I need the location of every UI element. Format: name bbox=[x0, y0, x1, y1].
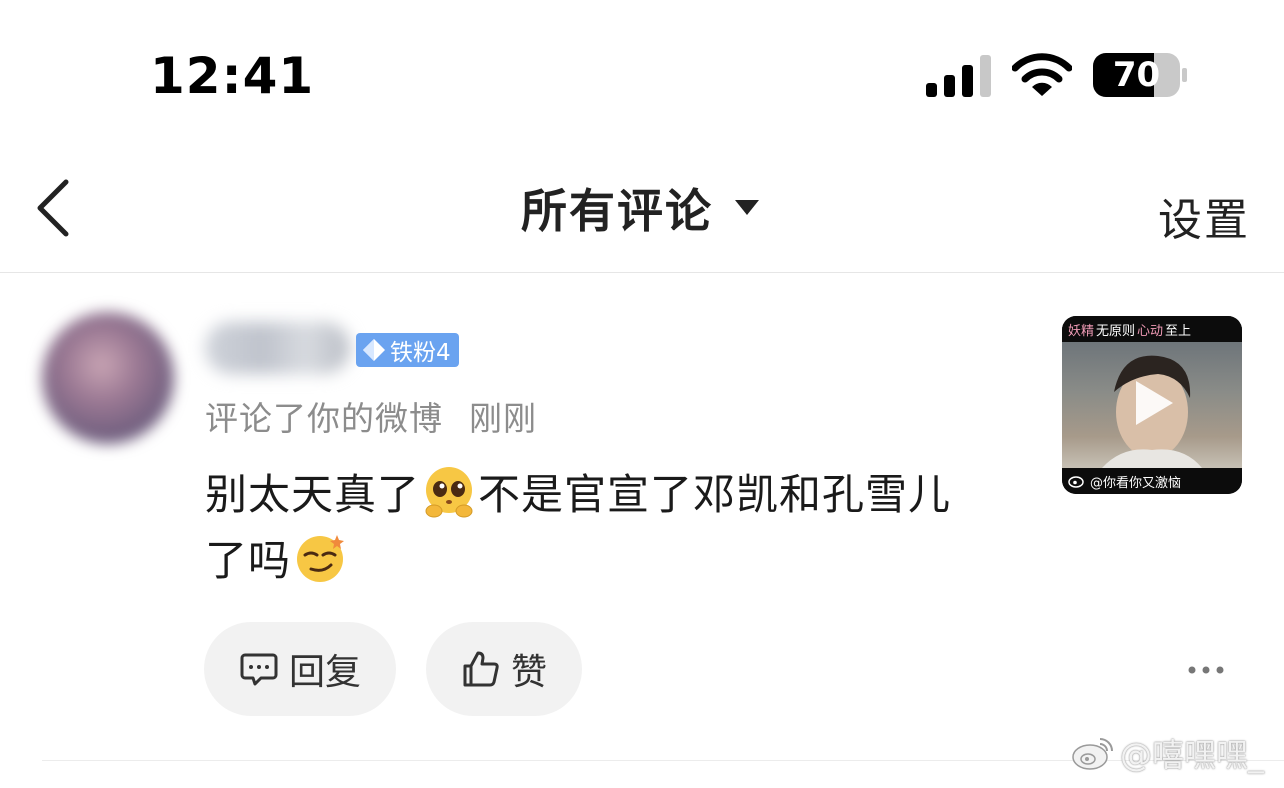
weibo-logo-icon bbox=[1072, 738, 1113, 770]
thumbs-up-icon bbox=[463, 651, 499, 687]
thumbnail-footer: @你看你又激恼 bbox=[1062, 468, 1242, 494]
weibo-small-icon bbox=[1068, 476, 1084, 488]
reply-label: 回复 bbox=[288, 652, 361, 693]
caption-white-1: 无原则 bbox=[1096, 323, 1136, 339]
diamond-icon bbox=[363, 339, 385, 361]
comment-action-text: 评论了你的微博 bbox=[205, 399, 443, 438]
page-title: 所有评论 bbox=[521, 184, 713, 238]
username-blurred[interactable] bbox=[205, 322, 350, 374]
fan-badge[interactable]: 铁粉4 bbox=[356, 333, 459, 367]
battery-level: 70 bbox=[1112, 55, 1161, 95]
caption-pink-2: 心动 bbox=[1137, 323, 1164, 339]
comment-meta: 评论了你的微博 刚刚 bbox=[205, 392, 537, 440]
cellular-signal-icon bbox=[926, 55, 991, 97]
avatar[interactable] bbox=[42, 312, 174, 444]
reply-button[interactable]: 回复 bbox=[204, 622, 396, 716]
fan-badge-label: 铁粉4 bbox=[390, 340, 451, 366]
status-time: 12:41 bbox=[150, 47, 315, 105]
caret-down-icon bbox=[735, 200, 759, 215]
thumbnail-footer-text: @你看你又激恼 bbox=[1090, 475, 1182, 491]
comment-filter-dropdown[interactable]: 所有评论 bbox=[500, 178, 780, 238]
caption-white-2: 至上 bbox=[1165, 323, 1192, 339]
weibo-watermark: @嘻嘿嘿_ bbox=[1070, 730, 1264, 776]
battery-indicator: 70 bbox=[1093, 53, 1188, 99]
settings-button[interactable]: 设置 bbox=[1158, 184, 1250, 248]
comment-text-part3: 了吗 bbox=[205, 536, 292, 585]
play-icon bbox=[1136, 381, 1173, 425]
back-button[interactable] bbox=[28, 176, 78, 240]
comment-text-part1: 别太天真了 bbox=[205, 470, 421, 519]
thumbnail-caption: 妖精 无原则 心动 至上 bbox=[1062, 316, 1242, 342]
caption-pink-1: 妖精 bbox=[1068, 323, 1095, 339]
wifi-icon bbox=[1012, 53, 1072, 96]
weibo-post-thumbnail[interactable]: 妖精 无原则 心动 至上 @你看你又激恼 bbox=[1062, 316, 1242, 494]
like-button[interactable]: 赞 bbox=[426, 622, 582, 716]
smirk-face-emoji bbox=[297, 535, 345, 582]
comment-icon bbox=[240, 653, 278, 686]
pleading-face-emoji bbox=[425, 467, 473, 518]
comment-text-part2: 不是官宣了邓凯和孔雪儿 bbox=[478, 470, 952, 519]
comment-body: 别太天真了 不是官宣了邓凯和孔雪儿了吗 bbox=[205, 462, 1005, 594]
like-label: 赞 bbox=[510, 652, 547, 693]
comment-time: 刚刚 bbox=[469, 399, 537, 438]
watermark-text: @嘻嘿嘿_ bbox=[1120, 736, 1265, 774]
more-dots-icon[interactable] bbox=[1186, 660, 1226, 680]
nav-divider bbox=[0, 272, 1284, 273]
